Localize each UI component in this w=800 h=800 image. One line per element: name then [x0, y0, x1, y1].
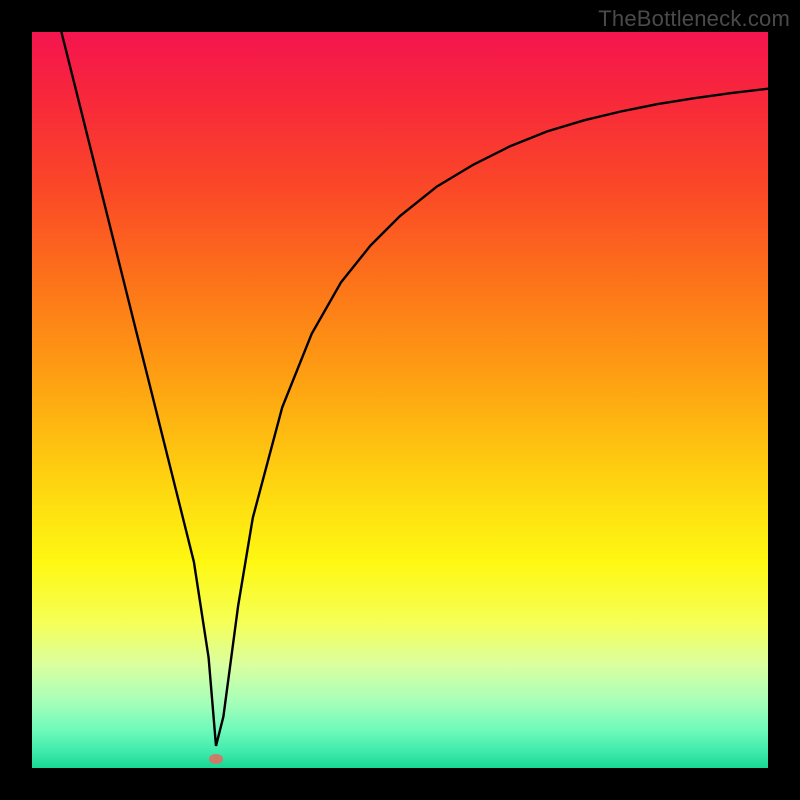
chart-frame: TheBottleneck.com — [0, 0, 800, 800]
watermark-text: TheBottleneck.com — [598, 6, 790, 32]
bottleneck-curve — [32, 32, 768, 768]
plot-area — [32, 32, 768, 768]
curve-path — [61, 32, 768, 746]
optimum-marker — [209, 754, 223, 764]
